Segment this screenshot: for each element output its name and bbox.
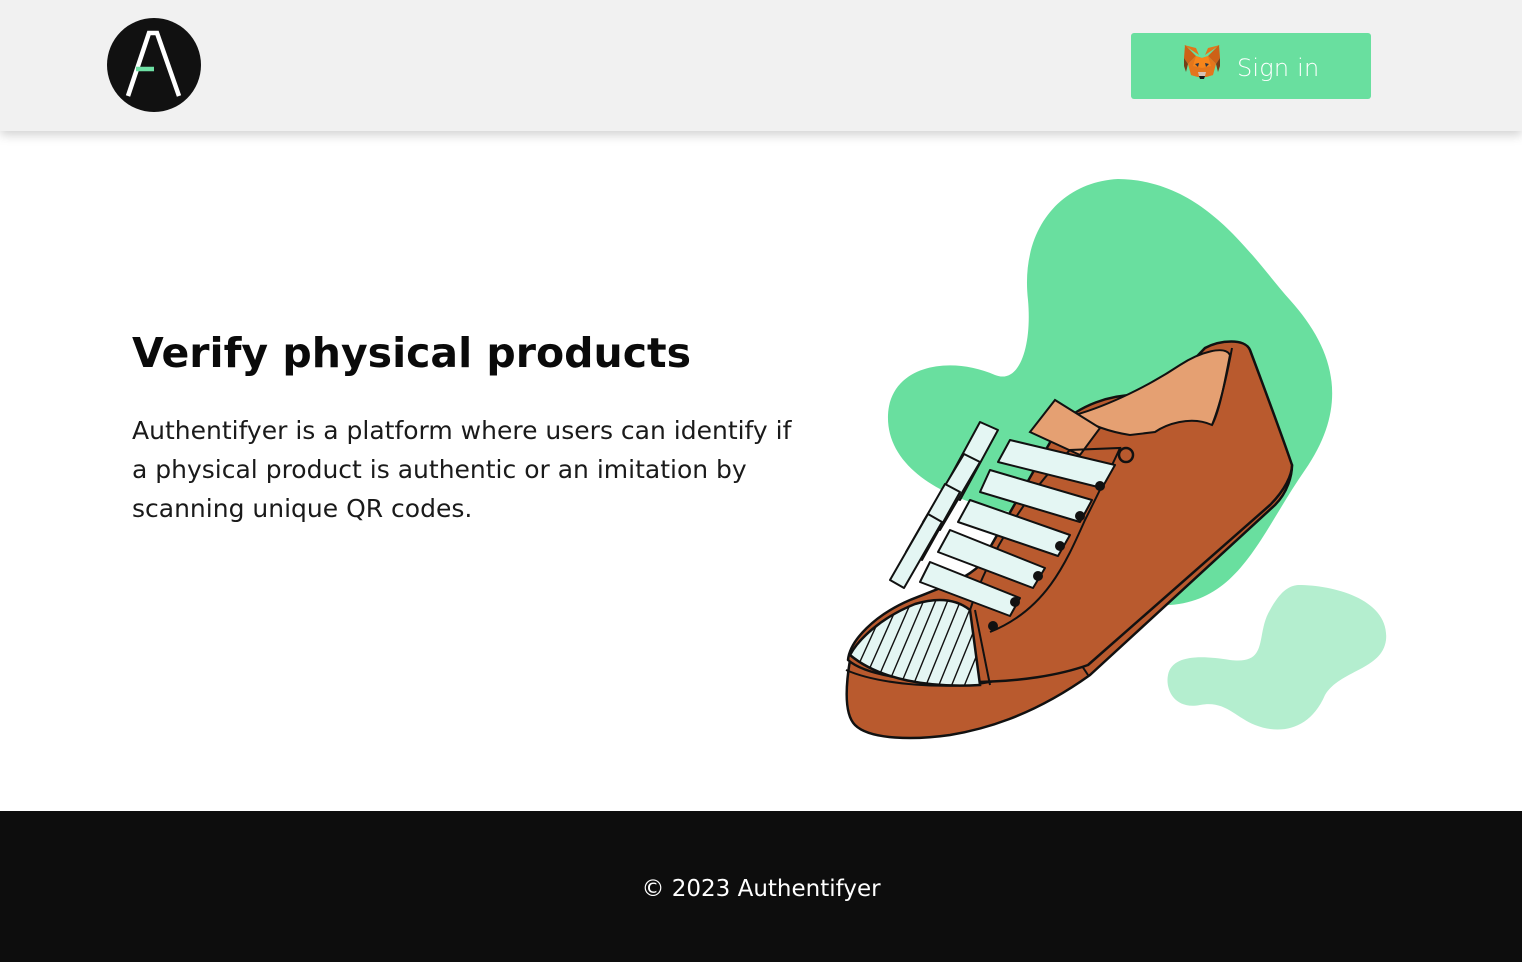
- light-green-blob-shape: [1167, 585, 1387, 730]
- footer-copyright: © 2023 Authentifyer: [641, 876, 881, 902]
- sneaker-illustration: [845, 179, 1387, 740]
- hero-description: Authentifyer is a platform where users c…: [132, 416, 792, 523]
- sign-in-button[interactable]: Sign in: [1131, 33, 1371, 99]
- hero-title: Verify physical products: [132, 329, 692, 377]
- authentifyer-logo-icon[interactable]: [107, 18, 201, 112]
- sign-in-label: Sign in: [1237, 54, 1320, 82]
- top-navbar: Sign in: [0, 0, 1522, 131]
- page-footer: © 2023 Authentifyer: [0, 811, 1522, 962]
- metamask-fox-icon: [1184, 45, 1220, 79]
